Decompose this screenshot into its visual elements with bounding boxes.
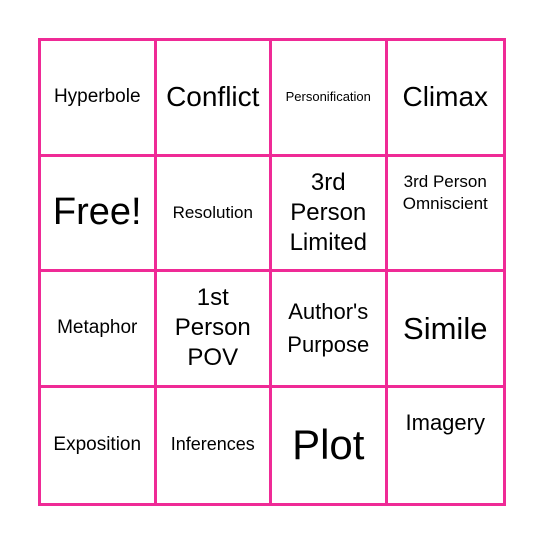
bingo-cell-resolution[interactable]: Resolution bbox=[156, 156, 272, 272]
cell-label: 3rd Person Omniscient bbox=[402, 171, 488, 214]
cell-label: Metaphor bbox=[57, 316, 138, 338]
bingo-cell-hyperbole[interactable]: Hyperbole bbox=[41, 41, 157, 157]
cell-label: Climax bbox=[402, 81, 489, 113]
bingo-cell-inferences[interactable]: Inferences bbox=[157, 387, 272, 503]
cell-label: Personification bbox=[285, 89, 371, 105]
bingo-cell-plot[interactable]: Plot bbox=[272, 387, 388, 503]
cell-label: 1st Person POV bbox=[174, 284, 251, 372]
bingo-cell-imagery[interactable]: Imagery bbox=[388, 388, 504, 504]
bingo-cell-3rd-person-limited[interactable]: 3rd Person Limited bbox=[272, 156, 388, 272]
cell-label: Plot bbox=[292, 421, 365, 469]
bingo-cell-exposition[interactable]: Exposition bbox=[41, 387, 157, 503]
cell-label: Imagery bbox=[405, 409, 485, 435]
bingo-cell-metaphor[interactable]: Metaphor bbox=[41, 272, 157, 388]
cell-label: Free! bbox=[52, 190, 142, 233]
bingo-cell-3rd-person-omniscient[interactable]: 3rd Person Omniscient bbox=[387, 157, 503, 272]
bingo-cell-simile[interactable]: Simile bbox=[387, 272, 503, 388]
cell-label: Hyperbole bbox=[53, 85, 141, 107]
bingo-cell-free[interactable]: Free! bbox=[41, 156, 157, 272]
bingo-cell-climax[interactable]: Climax bbox=[387, 41, 503, 157]
bingo-cell-authors-purpose[interactable]: Author's Purpose bbox=[272, 272, 388, 388]
cell-label: Author's Purpose bbox=[287, 299, 370, 358]
cell-label: Conflict bbox=[166, 81, 260, 113]
cell-label: Simile bbox=[403, 310, 488, 346]
bingo-cell-1st-person-pov[interactable]: 1st Person POV bbox=[156, 272, 272, 388]
cell-label: 3rd Person Limited bbox=[289, 168, 367, 256]
bingo-cell-personification[interactable]: Personification bbox=[272, 41, 388, 157]
bingo-cell-conflict[interactable]: Conflict bbox=[156, 41, 272, 157]
bingo-card: Hyperbole Conflict Personification Clima… bbox=[38, 38, 506, 506]
cell-label: Exposition bbox=[53, 433, 142, 455]
cell-label: Inferences bbox=[170, 434, 255, 455]
cell-label: Resolution bbox=[172, 202, 253, 222]
